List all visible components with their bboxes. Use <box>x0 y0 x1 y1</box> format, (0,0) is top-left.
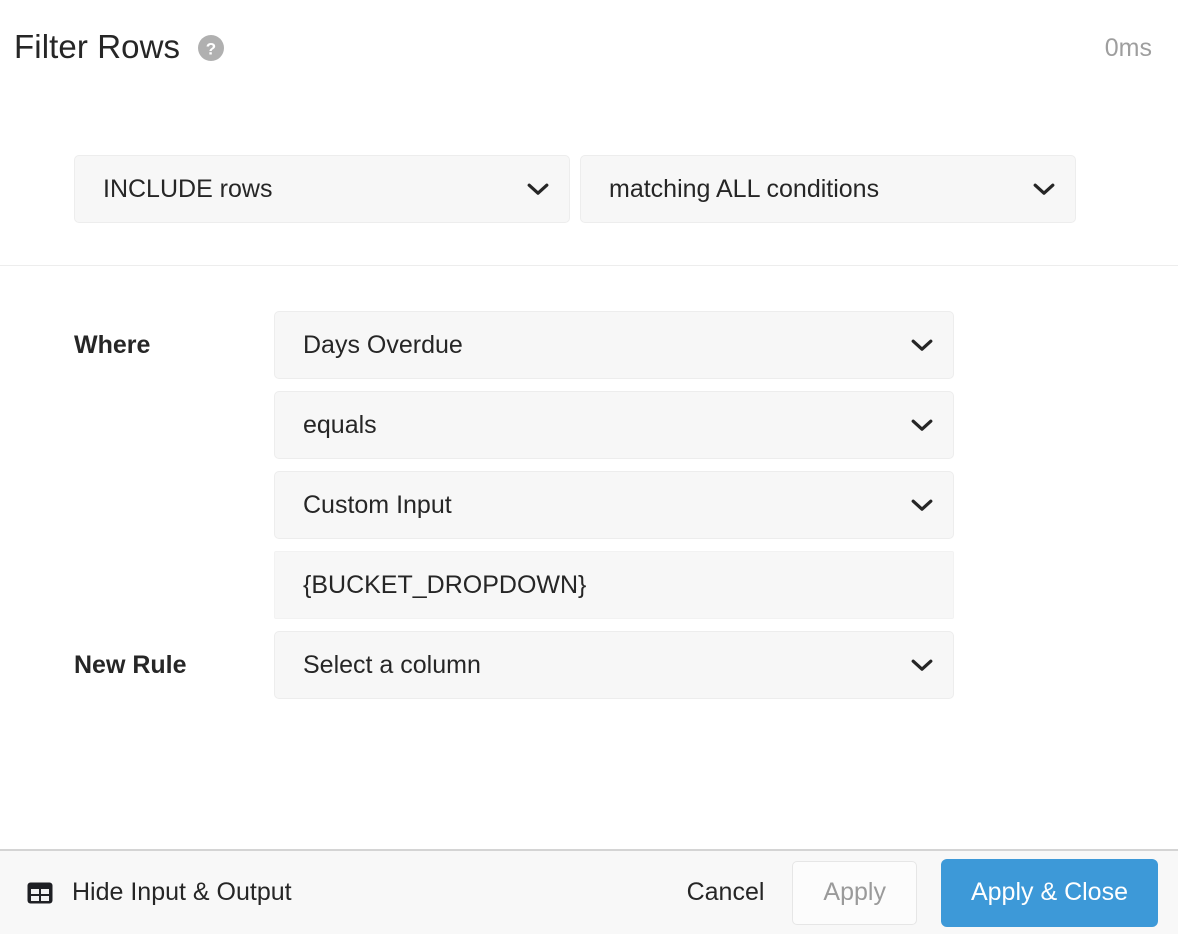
chevron-down-icon <box>911 659 933 671</box>
toggle-input-output-button[interactable]: Hide Input & Output <box>26 878 292 907</box>
rule-column-value: Days Overdue <box>303 330 463 359</box>
new-rule-column-select[interactable]: Select a column <box>274 631 954 699</box>
title-group: Filter Rows ? <box>14 30 1105 63</box>
new-rule-fields: Select a column <box>274 631 954 699</box>
panel-header: Filter Rows ? 0ms <box>0 0 1178 112</box>
rule-label-where: Where <box>74 331 151 359</box>
new-rule-label: New Rule <box>74 651 187 679</box>
include-mode-select[interactable]: INCLUDE rows <box>74 155 570 223</box>
rules-area: Where Days Overdue equals Custom Input {… <box>0 266 1178 849</box>
execution-time: 0ms <box>1104 34 1152 62</box>
chevron-down-icon <box>911 339 933 351</box>
chevron-down-icon <box>911 419 933 431</box>
rule-column-select[interactable]: Days Overdue <box>274 311 954 379</box>
rule-value-type-value: Custom Input <box>303 490 452 519</box>
rule-fields: Days Overdue equals Custom Input {BUCKET… <box>274 311 954 619</box>
table-icon <box>27 882 53 903</box>
rule-value-type-select[interactable]: Custom Input <box>274 471 954 539</box>
cancel-button[interactable]: Cancel <box>663 878 789 907</box>
page-title: Filter Rows <box>14 28 181 65</box>
new-rule-column-value: Select a column <box>303 650 481 679</box>
apply-button[interactable]: Apply <box>792 860 917 925</box>
panel-footer: Hide Input & Output Cancel Apply Apply &… <box>0 849 1178 934</box>
rule-operator-select[interactable]: equals <box>274 391 954 459</box>
chevron-down-icon <box>1033 183 1055 195</box>
rule-operator-value: equals <box>303 410 377 439</box>
match-mode-value: matching ALL conditions <box>609 174 880 203</box>
mode-row: INCLUDE rows matching ALL conditions <box>0 155 1178 223</box>
toggle-input-output-label: Hide Input & Output <box>72 878 292 906</box>
rule-value-input[interactable]: {BUCKET_DROPDOWN} <box>274 551 954 619</box>
help-circle-icon[interactable]: ? <box>198 34 225 61</box>
match-mode-select[interactable]: matching ALL conditions <box>580 155 1076 223</box>
chevron-down-icon <box>911 499 933 511</box>
apply-and-close-button[interactable]: Apply & Close <box>940 858 1158 927</box>
include-mode-value: INCLUDE rows <box>103 174 273 203</box>
filter-rows-panel: Filter Rows ? 0ms INCLUDE rows matching … <box>0 0 1178 934</box>
rule-row: Where Days Overdue equals Custom Input {… <box>0 311 1178 619</box>
svg-text:?: ? <box>206 39 216 58</box>
new-rule-row: New Rule Select a column <box>0 631 1178 699</box>
chevron-down-icon <box>527 183 549 195</box>
